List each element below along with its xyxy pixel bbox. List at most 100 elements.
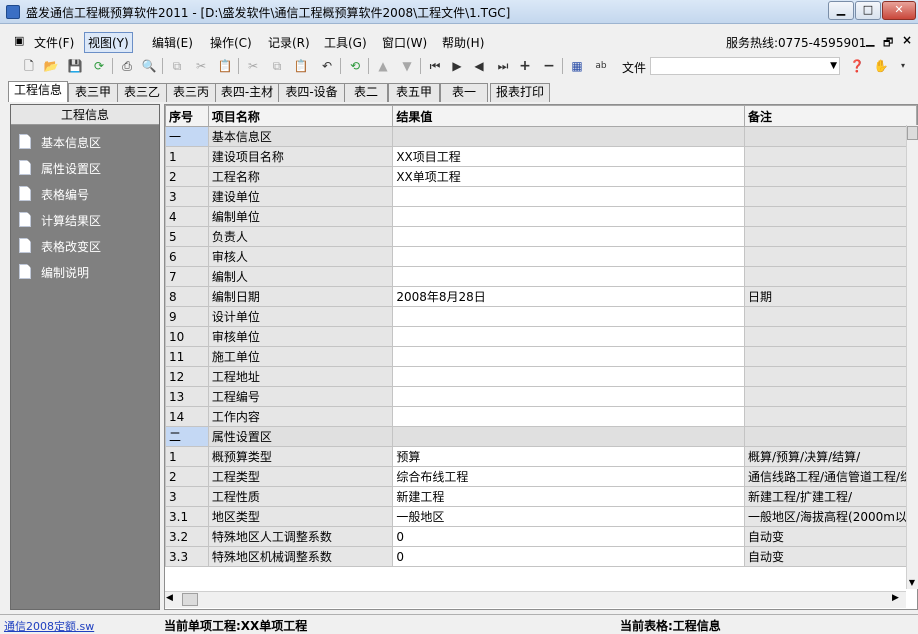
tab-table-3b[interactable]: 表三乙 <box>117 83 167 102</box>
table-row[interactable]: 14 工作内容 <box>165 406 917 427</box>
tab-table-3c[interactable]: 表三丙 <box>166 83 216 102</box>
paste2-icon[interactable]: 📋 <box>292 57 310 75</box>
refresh-green-icon[interactable]: ⟳ <box>90 57 108 75</box>
cell-value[interactable]: 新建工程 <box>392 486 746 507</box>
save-icon[interactable]: 💾 <box>66 57 84 75</box>
table-row[interactable]: 5 负责人 <box>165 226 917 247</box>
vertical-scroll-thumb[interactable] <box>907 126 918 140</box>
cell-value[interactable] <box>392 186 746 207</box>
undo-icon[interactable]: ↶ <box>318 57 336 75</box>
cell-value[interactable] <box>392 366 746 387</box>
close-button[interactable]: ✕ <box>882 1 916 20</box>
copy-icon[interactable]: ⧉ <box>168 57 186 75</box>
table-edit-icon[interactable]: ▦ <box>568 57 586 75</box>
nav-item-basic-info[interactable]: 基本信息区 <box>19 133 101 153</box>
mdi-close-button[interactable]: × <box>902 33 912 47</box>
add-icon[interactable]: + <box>516 57 534 75</box>
spellcheck-icon[interactable]: ab <box>592 57 610 75</box>
maximize-button[interactable]: □ <box>855 1 881 20</box>
scroll-down-icon[interactable]: ▼ <box>906 577 918 589</box>
cell-value[interactable] <box>392 126 746 147</box>
menu-edit[interactable]: 编辑(E) <box>150 34 195 51</box>
first-icon[interactable]: ⏮ <box>426 57 444 75</box>
cell-value[interactable] <box>392 326 746 347</box>
menu-window[interactable]: 窗口(W) <box>380 34 429 51</box>
tab-table-3a[interactable]: 表三甲 <box>68 83 118 102</box>
cut-icon[interactable]: ✂ <box>192 57 210 75</box>
tab-table-4-equipment[interactable]: 表四-设备 <box>278 83 345 102</box>
tab-table-5a[interactable]: 表五甲 <box>388 83 440 102</box>
section-row[interactable]: 一基本信息区 <box>165 126 917 147</box>
prev-icon[interactable]: ◀ <box>470 57 488 75</box>
table-row[interactable]: 3.1 地区类型 一般地区 一般地区/海拔高程(2000m以 <box>165 506 917 527</box>
nav-item-attribute-settings[interactable]: 属性设置区 <box>19 159 101 179</box>
table-row[interactable]: 11 施工单位 <box>165 346 917 367</box>
menu-operate[interactable]: 操作(C) <box>208 34 254 51</box>
section-row[interactable]: 二属性设置区 <box>165 426 917 447</box>
cell-value[interactable] <box>392 306 746 327</box>
cell-value[interactable]: XX单项工程 <box>392 166 746 187</box>
horizontal-scrollbar[interactable] <box>165 591 906 608</box>
help-icon[interactable]: ❓ <box>848 57 866 75</box>
table-row[interactable]: 1 建设项目名称 XX项目工程 <box>165 146 917 167</box>
nav-item-calc-results[interactable]: 计算结果区 <box>19 211 101 231</box>
nav-item-table-changes[interactable]: 表格改变区 <box>19 237 101 257</box>
table-row[interactable]: 2 工程名称 XX单项工程 <box>165 166 917 187</box>
table-row[interactable]: 4 编制单位 <box>165 206 917 227</box>
tab-table-2[interactable]: 表二 <box>344 83 388 102</box>
menu-help[interactable]: 帮助(H) <box>440 34 486 51</box>
print-preview-icon[interactable]: 🔍 <box>140 57 158 75</box>
last-icon[interactable]: ⏭ <box>494 57 512 75</box>
mdi-restore-button[interactable]: 🗗 <box>883 34 893 53</box>
tab-project-info[interactable]: 工程信息 <box>8 81 68 102</box>
table-row[interactable]: 10 审核单位 <box>165 326 917 347</box>
table-row[interactable]: 6 审核人 <box>165 246 917 267</box>
column-header-value[interactable]: 结果值 <box>392 105 746 127</box>
nav-item-compile-notes[interactable]: 编制说明 <box>19 263 89 283</box>
cell-value[interactable] <box>392 226 746 247</box>
cell-value[interactable]: 0 <box>392 526 746 547</box>
menu-view[interactable]: 视图(Y) <box>84 32 133 53</box>
paste-icon[interactable]: 📋 <box>216 57 234 75</box>
cell-value[interactable] <box>392 246 746 267</box>
horizontal-scroll-thumb[interactable] <box>182 593 198 606</box>
tab-report-print[interactable]: 报表打印 <box>490 83 550 102</box>
cell-value[interactable] <box>392 386 746 407</box>
table-row[interactable]: 3 工程性质 新建工程 新建工程/扩建工程/ <box>165 486 917 507</box>
document-menu-icon[interactable]: ▣ <box>12 34 26 47</box>
cell-value[interactable]: 0 <box>392 546 746 567</box>
cell-value[interactable] <box>392 266 746 287</box>
cell-value[interactable]: 一般地区 <box>392 506 746 527</box>
remove-icon[interactable]: − <box>540 57 558 75</box>
cut2-icon[interactable]: ✂ <box>244 57 262 75</box>
cell-value[interactable] <box>392 346 746 367</box>
hand-icon[interactable]: ✋ <box>872 57 890 75</box>
minimize-button[interactable]: ▁ <box>828 1 854 20</box>
file-select[interactable]: ▼ <box>650 57 840 75</box>
next-icon[interactable]: ▶ <box>448 57 466 75</box>
cell-value[interactable]: 综合布线工程 <box>392 466 746 487</box>
cell-value[interactable] <box>392 206 746 227</box>
recalc-icon[interactable]: ⟲ <box>346 57 364 75</box>
menu-tools[interactable]: 工具(G) <box>322 34 369 51</box>
table-row[interactable]: 3.2 特殊地区人工调整系数 0 自动变 <box>165 526 917 547</box>
chevron-down-icon[interactable]: ▼ <box>830 58 837 74</box>
table-row[interactable]: 13 工程编号 <box>165 386 917 407</box>
table-row[interactable]: 3 建设单位 <box>165 186 917 207</box>
column-header-seq[interactable]: 序号 <box>165 105 209 127</box>
open-icon[interactable]: 📂 <box>42 57 60 75</box>
tab-table-4-material[interactable]: 表四-主材 <box>215 83 279 102</box>
copy2-icon[interactable]: ⧉ <box>268 57 286 75</box>
scroll-left-icon[interactable]: ◀ <box>166 593 173 603</box>
menu-file[interactable]: 文件(F) <box>32 34 76 51</box>
mdi-minimize-button[interactable]: ▁ <box>866 34 874 47</box>
column-header-item-name[interactable]: 项目名称 <box>207 105 394 127</box>
cell-value[interactable]: XX项目工程 <box>392 146 746 167</box>
print-icon[interactable]: ⎙ <box>118 57 136 75</box>
cell-value[interactable]: 2008年8月28日 <box>392 286 746 307</box>
scroll-right-icon[interactable]: ▶ <box>892 593 899 603</box>
cell-value[interactable] <box>392 426 746 447</box>
cell-value[interactable] <box>392 406 746 427</box>
cell-value[interactable]: 预算 <box>392 446 746 467</box>
menu-record[interactable]: 记录(R) <box>266 34 312 51</box>
